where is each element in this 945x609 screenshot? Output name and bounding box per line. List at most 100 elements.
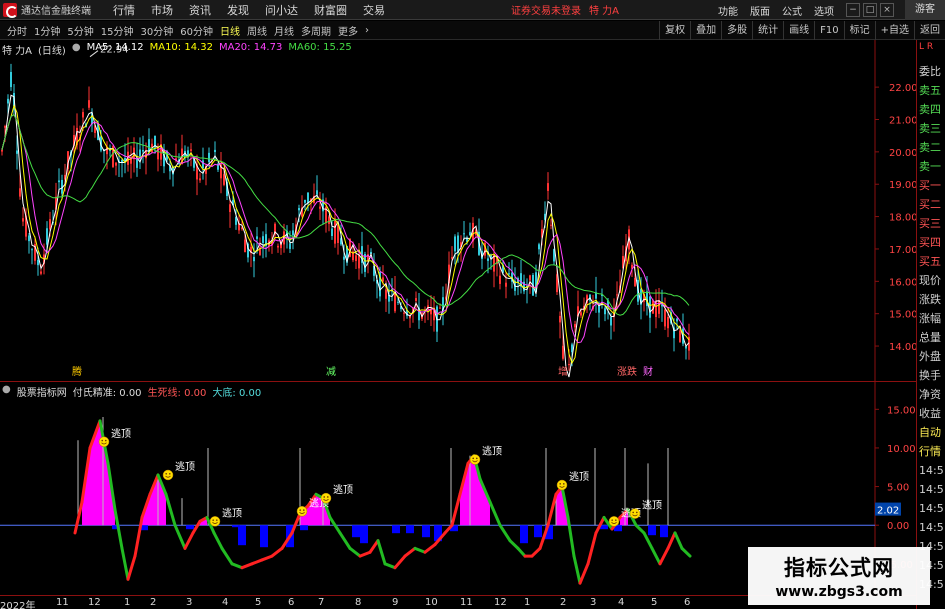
chevron-right-icon[interactable]: › bbox=[365, 25, 369, 36]
period-30min[interactable]: 30分钟 bbox=[140, 23, 173, 38]
login-notice[interactable]: 证券交易未登录 bbox=[511, 2, 581, 17]
guest-button[interactable]: 游客 bbox=[905, 0, 945, 20]
time-axis-label: 6 bbox=[684, 597, 691, 608]
menu-function[interactable]: 功能 bbox=[718, 3, 738, 18]
quote-field[interactable]: 买四 bbox=[917, 233, 945, 252]
minimize-icon[interactable]: − bbox=[846, 3, 860, 17]
period-5min[interactable]: 5分钟 bbox=[67, 23, 93, 38]
tool-draw[interactable]: 画线 bbox=[783, 21, 814, 40]
period-intraday[interactable]: 分时 bbox=[7, 23, 27, 38]
quote-field[interactable]: 卖三 bbox=[917, 119, 945, 138]
quote-field[interactable]: 自动 bbox=[917, 423, 945, 442]
candle-body bbox=[7, 98, 9, 104]
quote-field[interactable]: 现价 bbox=[917, 271, 945, 290]
menu-assistant[interactable]: 问小达 bbox=[265, 2, 298, 18]
menu-quotes[interactable]: 行情 bbox=[113, 2, 135, 18]
period-15min[interactable]: 15分钟 bbox=[101, 23, 134, 38]
candlestick-chart[interactable]: 22.00 21.00 20.00 19.00 18.00 17.00 16.00 15.00… bbox=[0, 40, 918, 405]
period-more[interactable]: 更多 bbox=[338, 23, 358, 38]
period-weekly[interactable]: 周线 bbox=[247, 23, 267, 38]
candle-body bbox=[604, 308, 606, 315]
maximize-icon[interactable]: □ bbox=[863, 3, 877, 17]
candle-body bbox=[676, 318, 678, 322]
period-daily[interactable]: 日线 bbox=[220, 23, 240, 38]
oscillator-segment bbox=[423, 543, 437, 554]
smiley-icon bbox=[608, 516, 620, 527]
ma5-value: MA5: 14.12 bbox=[86, 42, 144, 53]
quote-field[interactable]: 外盘 bbox=[917, 347, 945, 366]
tool-overlay[interactable]: 叠加 bbox=[690, 21, 721, 40]
quote-field[interactable]: 行情 bbox=[917, 442, 945, 461]
quote-field[interactable]: 14:5 bbox=[917, 499, 945, 518]
period-60min[interactable]: 60分钟 bbox=[180, 23, 213, 38]
oscillator-segment bbox=[530, 546, 542, 558]
quote-field[interactable]: 换手 bbox=[917, 366, 945, 385]
oscillator-segment bbox=[498, 523, 512, 543]
quote-field[interactable]: 买一 bbox=[917, 176, 945, 195]
quote-field[interactable]: 买五 bbox=[917, 252, 945, 271]
candle-body bbox=[202, 160, 204, 169]
period-1min[interactable]: 1分钟 bbox=[34, 23, 60, 38]
oscillator-segment bbox=[290, 512, 302, 535]
settings-dot-icon[interactable]: ● bbox=[72, 42, 81, 57]
price-axis-label: 18.00 bbox=[889, 213, 916, 224]
period-monthly[interactable]: 月线 bbox=[274, 23, 294, 38]
period-multi[interactable]: 多周期 bbox=[301, 23, 331, 38]
menu-trade[interactable]: 交易 bbox=[363, 2, 385, 18]
candle-body bbox=[190, 149, 192, 151]
stock-name: 特 力A bbox=[2, 46, 33, 57]
quote-field[interactable]: 14:5 bbox=[917, 518, 945, 537]
stock-title: 特 力A bbox=[589, 6, 620, 17]
tool-stats[interactable]: 统计 bbox=[752, 21, 783, 40]
price-axis-label: 17.00 bbox=[889, 245, 916, 256]
smiley-icon bbox=[296, 506, 308, 517]
candle-body bbox=[253, 256, 255, 262]
candle-body bbox=[658, 300, 660, 314]
menu-options[interactable]: 选项 bbox=[814, 3, 834, 18]
candle-body bbox=[31, 249, 33, 251]
tool-f10[interactable]: F10 bbox=[814, 21, 843, 40]
smiley-icon bbox=[556, 479, 568, 491]
ma60-value: MA60: 15.25 bbox=[288, 42, 352, 53]
close-icon[interactable]: × bbox=[880, 3, 894, 17]
quote-field[interactable]: 卖四 bbox=[917, 100, 945, 119]
smiley-eye bbox=[611, 519, 613, 521]
quote-field[interactable]: 卖二 bbox=[917, 138, 945, 157]
quote-field[interactable]: 卖五 bbox=[917, 81, 945, 100]
quote-field[interactable]: 卖一 bbox=[917, 157, 945, 176]
tool-back[interactable]: 返回 bbox=[914, 21, 945, 40]
smiley-eye bbox=[563, 483, 565, 485]
tool-mark[interactable]: 标记 bbox=[843, 21, 875, 40]
tool-add-watchlist[interactable]: +自选 bbox=[874, 21, 914, 40]
price-axis-label: 14.00 bbox=[889, 342, 916, 353]
quote-field[interactable]: 买三 bbox=[917, 214, 945, 233]
main-legend: 特 力A (日线) ● MA5: 14.12 MA10: 14.32 MA20:… bbox=[2, 42, 352, 57]
candle-body bbox=[355, 255, 357, 262]
quote-field[interactable]: 涨跌 bbox=[917, 290, 945, 309]
tool-adjust[interactable]: 复权 bbox=[659, 21, 690, 40]
quote-field[interactable]: 买二 bbox=[917, 195, 945, 214]
quote-field[interactable]: 涨幅 bbox=[917, 309, 945, 328]
menu-wealth-circle[interactable]: 财富圈 bbox=[314, 2, 347, 18]
quote-field[interactable]: 收益 bbox=[917, 404, 945, 423]
oscillator-segment bbox=[413, 546, 427, 554]
quote-field[interactable]: 14:5 bbox=[917, 461, 945, 480]
quote-field[interactable]: 14:5 bbox=[917, 480, 945, 499]
menu-layout[interactable]: 版面 bbox=[750, 3, 770, 18]
candle-body bbox=[559, 315, 561, 323]
positive-area bbox=[468, 455, 474, 526]
panel-header[interactable]: L R bbox=[917, 40, 945, 62]
oscillator-segment bbox=[133, 515, 144, 558]
menu-discover[interactable]: 发现 bbox=[227, 2, 249, 18]
settings-dot-icon[interactable]: ● bbox=[2, 384, 11, 399]
time-axis-label: 5 bbox=[651, 597, 658, 608]
tool-multi-stock[interactable]: 多股 bbox=[721, 21, 752, 40]
candle-body bbox=[664, 309, 666, 327]
menu-news[interactable]: 资讯 bbox=[189, 2, 211, 18]
candle-body bbox=[208, 152, 210, 162]
menu-formula[interactable]: 公式 bbox=[782, 3, 802, 18]
quote-field[interactable]: 委比 bbox=[917, 62, 945, 81]
menu-market[interactable]: 市场 bbox=[151, 2, 173, 18]
quote-field[interactable]: 净资 bbox=[917, 385, 945, 404]
quote-field[interactable]: 总量 bbox=[917, 328, 945, 347]
